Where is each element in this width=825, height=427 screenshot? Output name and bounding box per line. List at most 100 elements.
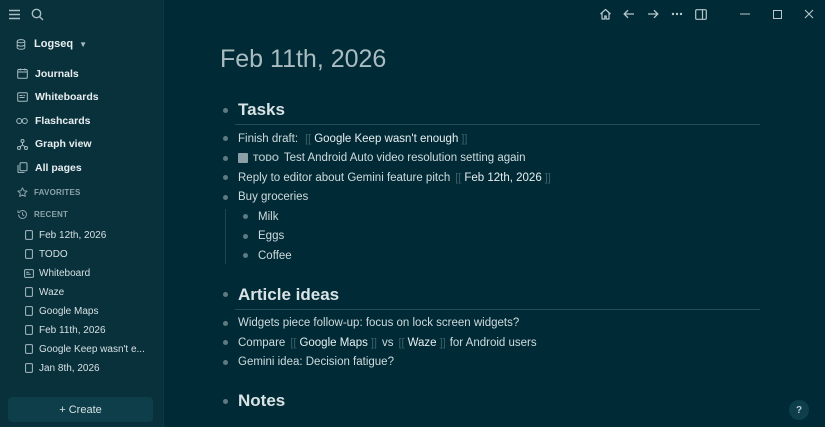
favorites-header[interactable]: FAVORITES — [0, 182, 163, 204]
list-item[interactable]: Buy groceries — [220, 188, 760, 208]
page-icon — [24, 363, 34, 373]
chevron-down-icon: ▼ — [79, 39, 88, 49]
block-text: Coffee — [258, 249, 292, 262]
home-icon[interactable] — [593, 0, 617, 28]
arrow-left-icon[interactable] — [617, 0, 641, 28]
page-reference[interactable]: [[Feb 12th, 2026]] — [452, 172, 554, 184]
recent-item[interactable]: Waze — [0, 283, 163, 302]
sidebar-item-flashcards[interactable]: Flashcards — [0, 109, 163, 133]
menu-icon[interactable] — [8, 9, 21, 20]
recent-label: RECENT — [34, 210, 69, 219]
sidebar-item-label: Flashcards — [35, 114, 91, 127]
list-item[interactable]: TODO Test Android Auto video resolution … — [220, 149, 760, 169]
graph-selector[interactable]: Logseq ▼ — [0, 32, 163, 56]
list-item[interactable]: Reply to editor about Gemini feature pit… — [220, 168, 760, 188]
sidebar-nav: Journals Whiteboards Flashcards Graph vi… — [0, 62, 163, 180]
page-icon — [24, 287, 34, 297]
recent-item[interactable]: Google Keep wasn't e... — [0, 340, 163, 359]
search-icon[interactable] — [31, 8, 44, 21]
bullet[interactable] — [223, 398, 228, 404]
graph-name: Logseq — [34, 38, 74, 50]
bullet[interactable] — [243, 214, 248, 220]
sidebar-item-whiteboards[interactable]: Whiteboards — [0, 86, 163, 110]
main-content: Feb 11th, 2026 Tasks Finish draft: [[Goo… — [164, 0, 825, 427]
block-text: Test Android Auto video resolution setti… — [283, 152, 526, 165]
page-ref-label: Waze — [407, 336, 437, 349]
history-icon — [15, 209, 29, 220]
recent-item-label: Feb 11th, 2026 — [39, 324, 106, 336]
page-icon — [24, 230, 34, 240]
bullet[interactable] — [223, 107, 228, 113]
create-button[interactable]: + Create — [8, 397, 153, 422]
page-reference[interactable]: [[Waze]] — [395, 337, 448, 349]
star-icon — [15, 187, 29, 198]
list-item[interactable]: Compare [[Google Maps]] vs [[Waze]] for … — [220, 333, 760, 353]
heading-block[interactable]: Notes — [220, 386, 760, 416]
maximize-icon[interactable] — [761, 0, 793, 28]
sidebar-item-journals[interactable]: Journals — [0, 62, 163, 86]
recent-item[interactable]: Feb 12th, 2026 — [0, 226, 163, 245]
page-ref-label: Google Maps — [299, 336, 368, 349]
bracket-close: ]] — [370, 336, 377, 349]
sidebar-item-graph-view[interactable]: Graph view — [0, 133, 163, 157]
sidebar-item-label: Whiteboards — [35, 91, 99, 104]
list-item[interactable]: Widgets piece follow-up: focus on lock s… — [220, 314, 760, 334]
minimize-icon[interactable] — [729, 0, 761, 28]
block-text: Compare — [238, 336, 286, 349]
page-blocks: Tasks Finish draft: [[Google Keep wasn't… — [220, 95, 760, 416]
bullet[interactable] — [223, 359, 228, 365]
todo-checkbox[interactable] — [238, 153, 248, 164]
more-dots-icon[interactable] — [665, 0, 689, 28]
recent-item[interactable]: Google Maps — [0, 302, 163, 321]
list-item[interactable]: Milk — [220, 207, 760, 227]
bullet[interactable] — [223, 292, 228, 297]
block-text: Gemini idea: Decision fatigue? — [238, 356, 394, 369]
child-blocks: Milk Eggs Coffee — [220, 207, 760, 266]
recent-item[interactable]: Feb 11th, 2026 — [0, 321, 163, 340]
page-ref-label: Google Keep wasn't enough — [314, 132, 459, 145]
list-item[interactable]: Finish draft: [[Google Keep wasn't enoug… — [220, 129, 760, 149]
heading-block[interactable]: Article ideas — [220, 280, 760, 310]
sidebar-item-label: Journals — [35, 67, 79, 80]
arrow-right-icon[interactable] — [641, 0, 665, 28]
bracket-open: [[ — [398, 336, 405, 349]
sidebar-top-bar — [0, 0, 163, 28]
block-text: for Android users — [449, 336, 537, 349]
recent-item[interactable]: Whiteboard — [0, 264, 163, 283]
bullet[interactable] — [243, 253, 248, 259]
block-text: Widgets piece follow-up: focus on lock s… — [238, 317, 520, 330]
bullet[interactable] — [223, 194, 228, 200]
bracket-open: [[ — [305, 132, 312, 145]
bullet[interactable] — [223, 340, 228, 346]
heading-divider — [235, 308, 760, 310]
recent-item-label: Google Maps — [39, 305, 99, 317]
right-sidebar-toggle-icon[interactable] — [689, 0, 713, 28]
sidebar-item-all-pages[interactable]: All pages — [0, 156, 163, 180]
bracket-open: [[ — [455, 171, 462, 184]
bullet[interactable] — [223, 155, 228, 161]
database-icon — [16, 38, 26, 50]
heading-text: Tasks — [238, 100, 285, 119]
close-icon[interactable] — [793, 0, 825, 28]
recent-item-label: Waze — [39, 286, 65, 298]
heading-block[interactable]: Tasks — [220, 95, 760, 125]
bullet[interactable] — [223, 136, 228, 142]
list-item[interactable]: Coffee — [220, 246, 760, 266]
page-title[interactable]: Feb 11th, 2026 — [220, 45, 386, 74]
whiteboard-icon — [24, 268, 34, 278]
page-reference[interactable]: [[Google Keep wasn't enough]] — [302, 133, 470, 145]
block-text: Reply to editor about Gemini feature pit… — [238, 171, 451, 184]
page-reference[interactable]: [[Google Maps]] — [287, 337, 380, 349]
bullet[interactable] — [243, 233, 248, 239]
recent-header[interactable]: RECENT — [0, 204, 163, 226]
recent-item[interactable]: TODO — [0, 245, 163, 264]
recent-item-label: Feb 12th, 2026 — [39, 229, 107, 241]
list-item[interactable]: Gemini idea: Decision fatigue? — [220, 353, 760, 373]
help-button[interactable]: ? — [789, 400, 809, 420]
block-text: Finish draft: — [238, 132, 299, 145]
bullet[interactable] — [223, 175, 228, 181]
left-sidebar: Logseq ▼ Journals Whiteboards Flashcards… — [0, 0, 164, 427]
list-item[interactable]: Eggs — [220, 227, 760, 247]
recent-item[interactable]: Jan 8th, 2026 — [0, 359, 163, 378]
bullet[interactable] — [223, 320, 228, 326]
